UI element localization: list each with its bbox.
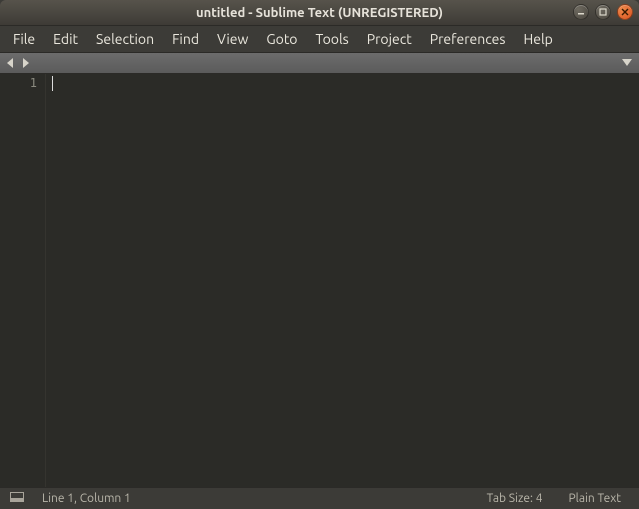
tab-next-button[interactable] xyxy=(20,57,30,69)
window-title: untitled - Sublime Text (UNREGISTERED) xyxy=(196,6,443,20)
menu-preferences[interactable]: Preferences xyxy=(423,29,513,49)
text-cursor xyxy=(52,76,53,91)
menubar: File Edit Selection Find View Goto Tools… xyxy=(0,26,639,52)
close-icon xyxy=(621,8,629,16)
titlebar: untitled - Sublime Text (UNREGISTERED) xyxy=(0,0,639,26)
menu-project[interactable]: Project xyxy=(360,29,419,49)
tab-size-button[interactable]: Tab Size: 4 xyxy=(479,492,551,505)
minimize-button[interactable] xyxy=(573,4,589,20)
menu-edit[interactable]: Edit xyxy=(46,29,85,49)
triangle-down-icon xyxy=(621,57,633,67)
tabbar xyxy=(0,52,639,74)
minimize-icon xyxy=(577,8,585,16)
tab-prev-button[interactable] xyxy=(6,57,16,69)
statusbar: Line 1, Column 1 Tab Size: 4 Plain Text xyxy=(0,487,639,509)
tab-dropdown-button[interactable] xyxy=(621,56,633,70)
maximize-button[interactable] xyxy=(595,4,611,20)
syntax-button[interactable]: Plain Text xyxy=(560,492,629,505)
menu-find[interactable]: Find xyxy=(165,29,206,49)
window-controls xyxy=(573,4,633,20)
tab-nav xyxy=(6,57,30,69)
menu-goto[interactable]: Goto xyxy=(259,29,304,49)
line-number: 1 xyxy=(0,76,37,90)
panel-icon xyxy=(10,492,24,502)
menu-view[interactable]: View xyxy=(210,29,255,49)
triangle-left-icon xyxy=(6,57,16,69)
menu-tools[interactable]: Tools xyxy=(309,29,356,49)
cursor-position: Line 1, Column 1 xyxy=(34,492,139,505)
menu-selection[interactable]: Selection xyxy=(89,29,161,49)
code-area[interactable] xyxy=(46,74,639,487)
triangle-right-icon xyxy=(20,57,30,69)
menu-file[interactable]: File xyxy=(6,29,42,49)
status-left: Line 1, Column 1 xyxy=(10,492,139,505)
editor-area: 1 xyxy=(0,74,639,487)
panel-switcher-button[interactable] xyxy=(10,492,24,505)
maximize-icon xyxy=(599,8,607,16)
gutter: 1 xyxy=(0,74,46,487)
close-button[interactable] xyxy=(617,4,633,20)
menu-help[interactable]: Help xyxy=(516,29,559,49)
